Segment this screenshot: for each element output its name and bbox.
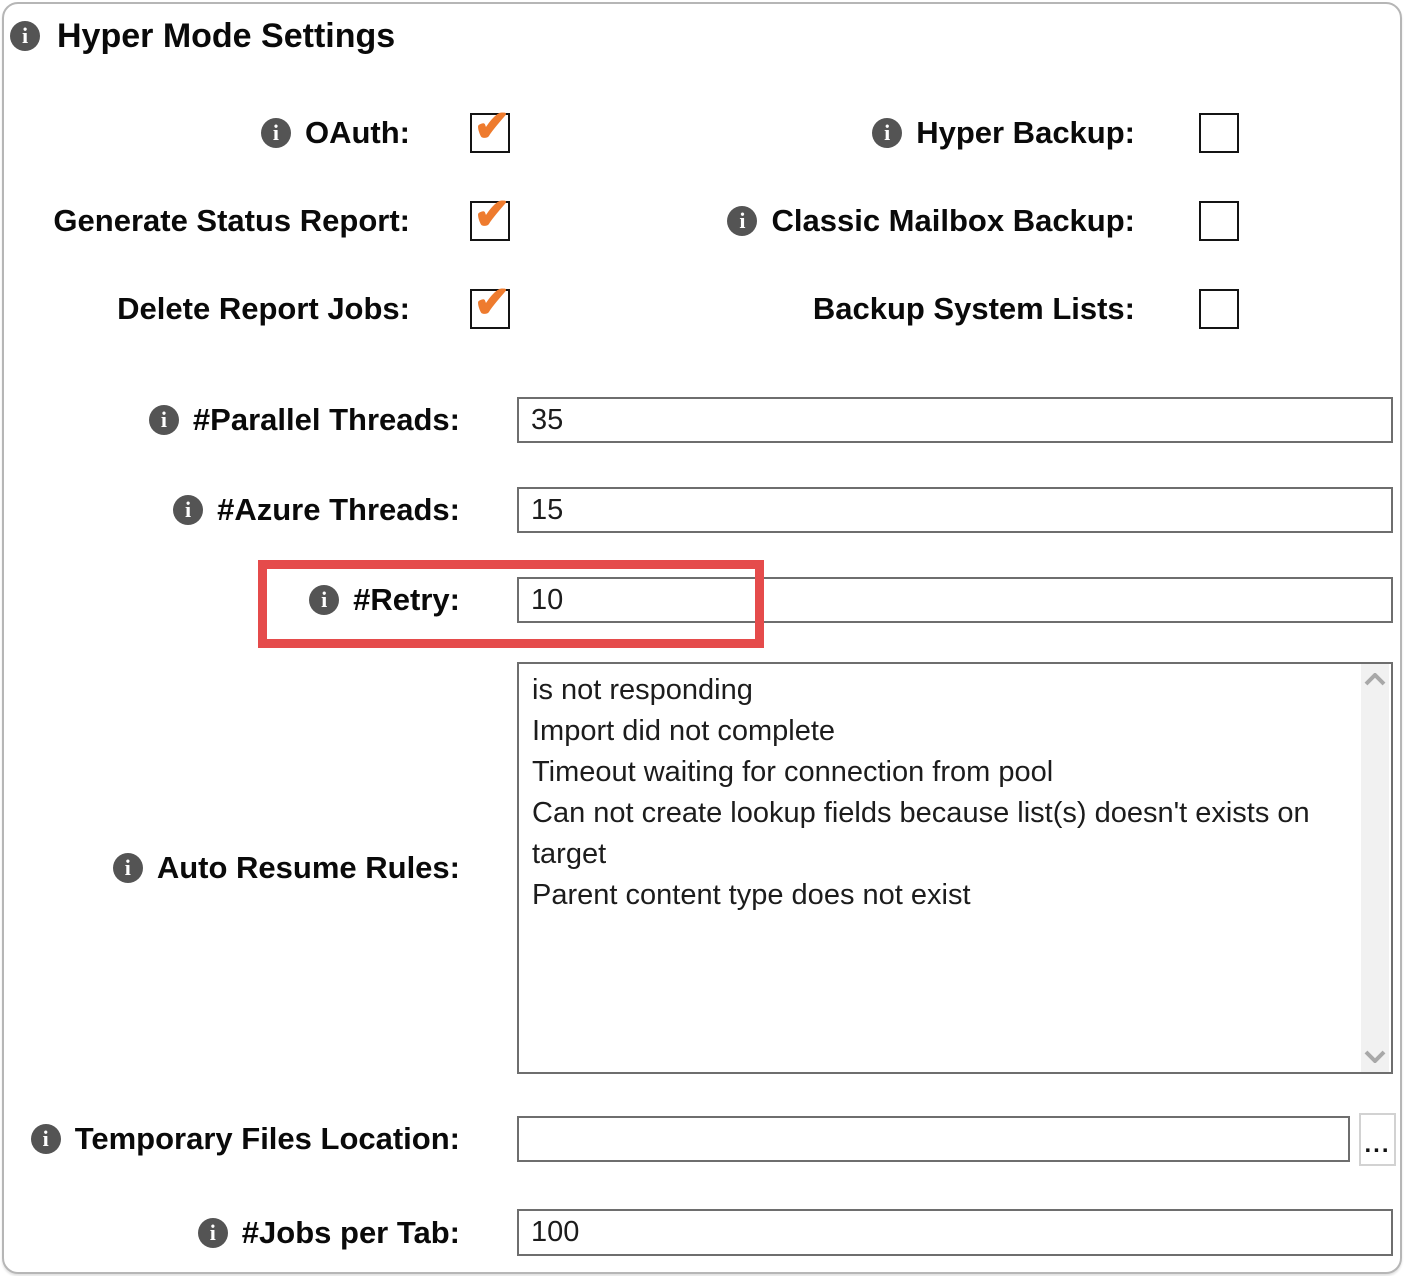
textarea-scrollbar[interactable] [1361, 664, 1389, 1072]
auto-resume-rules-textarea[interactable]: is not responding Import did not complet… [517, 662, 1393, 1074]
backup-system-lists-label: Backup System Lists: [812, 291, 1135, 326]
info-icon[interactable]: i [197, 1217, 228, 1248]
auto-resume-rules-label: Auto Resume Rules: [156, 850, 460, 885]
jobs-per-tab-label-row: i #Jobs per Tab: [197, 1209, 460, 1256]
retry-label: #Retry: [353, 582, 460, 617]
classic-mailbox-backup-label-row: i Classic Mailbox Backup: [727, 201, 1135, 241]
chevron-up-icon[interactable] [1364, 673, 1386, 686]
jobs-per-tab-label: #Jobs per Tab: [241, 1214, 460, 1250]
azure-threads-label-row: i #Azure Threads: [173, 487, 460, 533]
info-icon[interactable]: i [173, 495, 204, 525]
oauth-label-row: i OAuth: [260, 113, 410, 153]
oauth-label: OAuth: [304, 115, 410, 150]
delete-report-jobs-label: Delete Report Jobs: [117, 291, 410, 326]
auto-resume-rules-label-row: i Auto Resume Rules: [112, 845, 460, 891]
backup-system-lists-checkbox[interactable] [1199, 289, 1239, 329]
hyper-backup-checkbox[interactable] [1199, 113, 1239, 153]
jobs-per-tab-input[interactable] [517, 1209, 1393, 1256]
info-icon[interactable]: i [30, 1124, 61, 1154]
generate-status-report-label-row: Generate Status Report: [53, 201, 410, 241]
delete-report-jobs-label-row: Delete Report Jobs: [117, 289, 410, 329]
backup-system-lists-label-row: Backup System Lists: [813, 289, 1135, 329]
azure-threads-label: #Azure Threads: [217, 492, 460, 527]
classic-mailbox-backup-label: Classic Mailbox Backup: [771, 203, 1135, 238]
info-icon[interactable]: i [872, 118, 903, 148]
info-icon[interactable]: i [112, 853, 143, 883]
temporary-files-location-label: Temporary Files Location: [74, 1121, 460, 1156]
parallel-threads-input[interactable] [517, 397, 1393, 443]
info-icon[interactable]: i [727, 206, 758, 236]
generate-status-report-label: Generate Status Report: [53, 203, 410, 238]
hyper-mode-settings-panel [2, 2, 1402, 1274]
classic-mailbox-backup-checkbox[interactable] [1199, 201, 1239, 241]
retry-label-row: i #Retry: [309, 577, 460, 623]
chevron-down-icon[interactable] [1364, 1050, 1386, 1063]
temporary-files-location-label-row: i Temporary Files Location: [30, 1116, 460, 1162]
temporary-files-location-input[interactable] [517, 1116, 1350, 1162]
hyper-mode-settings-screen: i Hyper Mode Settings i OAuth: ✔ i Hyper… [0, 0, 1404, 1276]
info-icon[interactable]: i [260, 118, 291, 148]
info-icon[interactable]: i [309, 585, 340, 615]
parallel-threads-label: #Parallel Threads: [192, 402, 460, 437]
azure-threads-input[interactable] [517, 487, 1393, 533]
generate-status-report-checkbox[interactable]: ✔ [470, 193, 510, 241]
page-title: Hyper Mode Settings [57, 16, 396, 55]
info-icon[interactable]: i [148, 405, 179, 435]
parallel-threads-label-row: i #Parallel Threads: [148, 397, 460, 443]
info-icon[interactable]: i [10, 21, 40, 51]
browse-button[interactable]: ... [1359, 1113, 1396, 1166]
retry-input[interactable] [517, 577, 1393, 623]
hyper-backup-label-row: i Hyper Backup: [872, 113, 1135, 153]
oauth-checkbox[interactable]: ✔ [470, 105, 510, 153]
hyper-backup-label: Hyper Backup: [916, 115, 1135, 150]
delete-report-jobs-checkbox[interactable]: ✔ [470, 281, 510, 329]
